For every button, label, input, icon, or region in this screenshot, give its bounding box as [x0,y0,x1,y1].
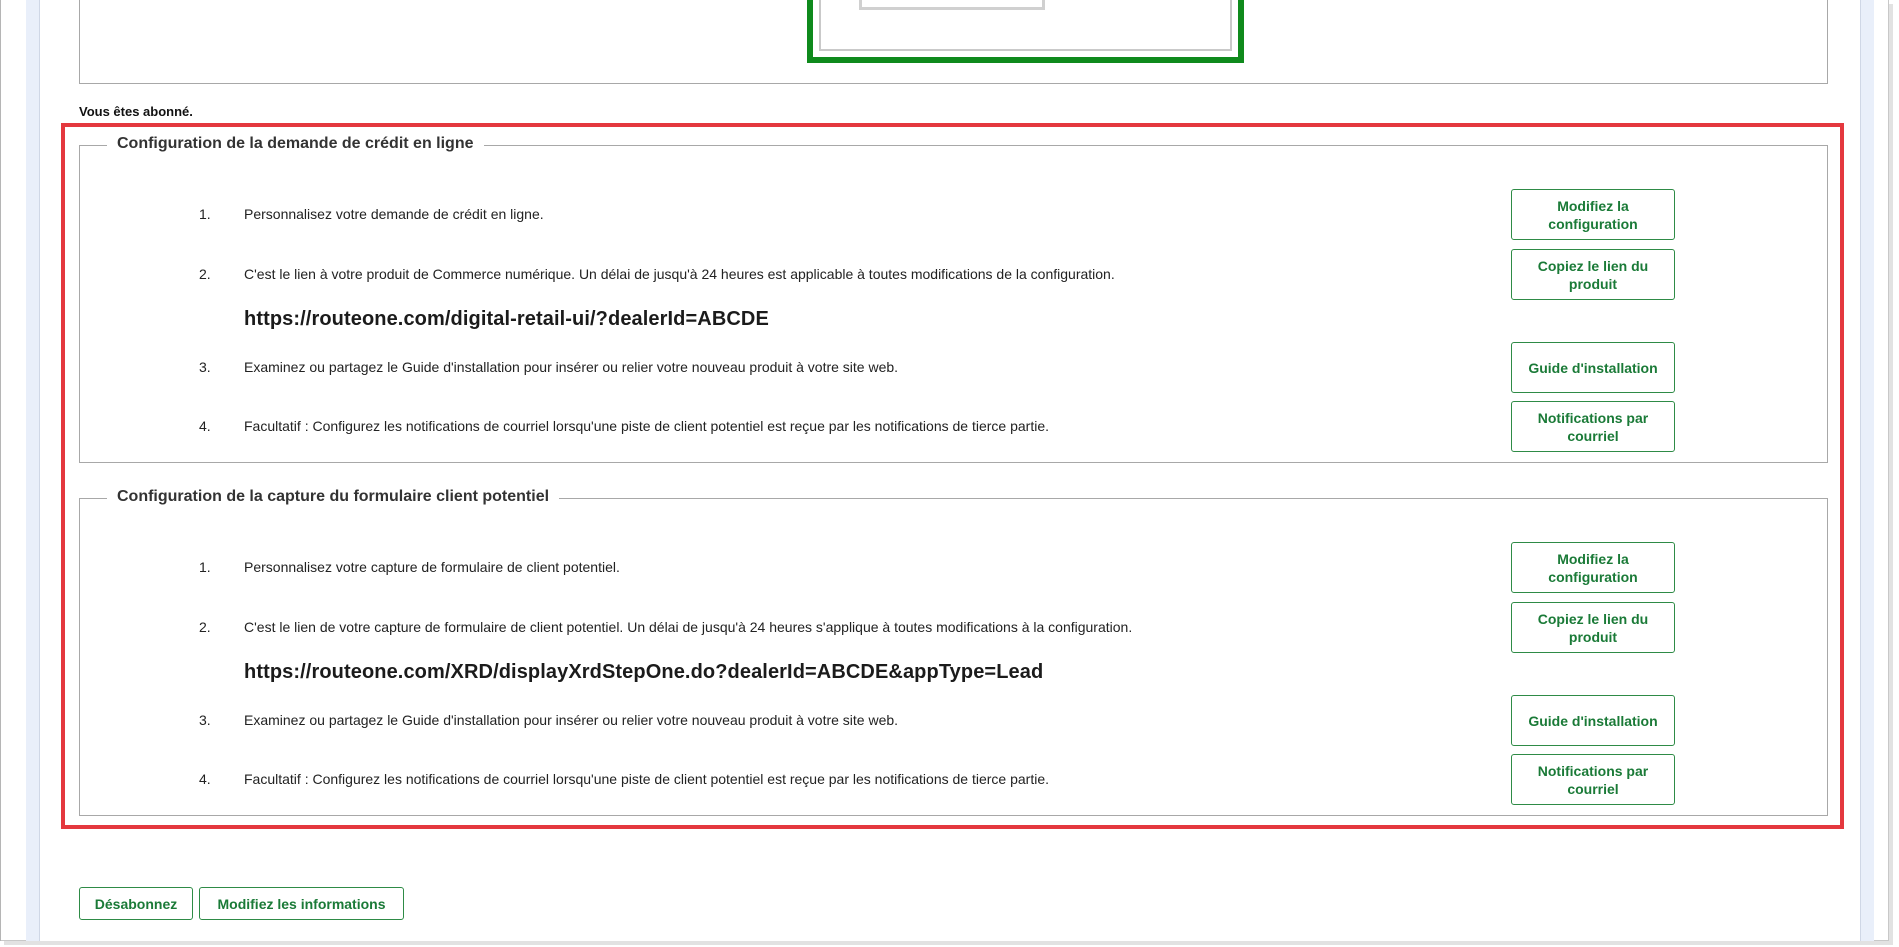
edit-configuration-button[interactable]: Modifiez la configuration [1511,189,1675,240]
unsubscribe-button[interactable]: Désabonnez [79,887,193,920]
installation-guide-button[interactable]: Guide d'installation [1511,342,1675,393]
product-preview-frame [807,0,1244,63]
preview-container [79,0,1828,84]
product-url[interactable]: https://routeone.com/XRD/displayXrdStepO… [244,661,1043,684]
copy-product-link-button[interactable]: Copiez le lien du produit [1511,249,1675,300]
step-text: Facultatif : Configurez les notification… [244,418,1049,434]
step-text: C'est le lien de votre capture de formul… [244,619,1133,635]
app-window: Vous êtes abonné. Configuration de la de… [0,0,1889,941]
step-number: 3. [199,712,211,728]
step-number: 1. [199,206,211,222]
step-number: 4. [199,771,211,787]
step-text: Examinez ou partagez le Guide d'installa… [244,359,899,375]
preview-placeholder-bar [859,0,1045,10]
step-text: Personnalisez votre capture de formulair… [244,559,620,575]
step-text: Facultatif : Configurez les notification… [244,771,1049,787]
section-title: Configuration de la demande de crédit en… [107,135,484,153]
step-number: 1. [199,559,211,575]
installation-guide-button[interactable]: Guide d'installation [1511,695,1675,746]
step-text: C'est le lien à votre produit de Commerc… [244,266,1115,282]
edit-information-button[interactable]: Modifiez les informations [199,887,404,920]
product-url[interactable]: https://routeone.com/digital-retail-ui/?… [244,308,769,331]
subscription-status: Vous êtes abonné. [79,104,193,119]
right-page-gutter [1860,0,1874,941]
edit-configuration-button[interactable]: Modifiez la configuration [1511,542,1675,593]
step-number: 2. [199,266,211,282]
copy-product-link-button[interactable]: Copiez le lien du produit [1511,602,1675,653]
email-notifications-button[interactable]: Notifications par courriel [1511,754,1675,805]
window-left-border [0,0,1,941]
step-number: 2. [199,619,211,635]
step-number: 4. [199,418,211,434]
lead-form-capture-section: Configuration de la capture du formulair… [79,488,1828,816]
step-text: Personnalisez votre demande de crédit en… [244,206,544,222]
step-number: 3. [199,359,211,375]
online-credit-config-section: Configuration de la demande de crédit en… [79,135,1828,463]
email-notifications-button[interactable]: Notifications par courriel [1511,401,1675,452]
section-title: Configuration de la capture du formulair… [107,488,560,506]
preview-inner-frame [819,0,1232,51]
step-text: Examinez ou partagez le Guide d'installa… [244,712,899,728]
left-page-gutter [26,0,40,941]
